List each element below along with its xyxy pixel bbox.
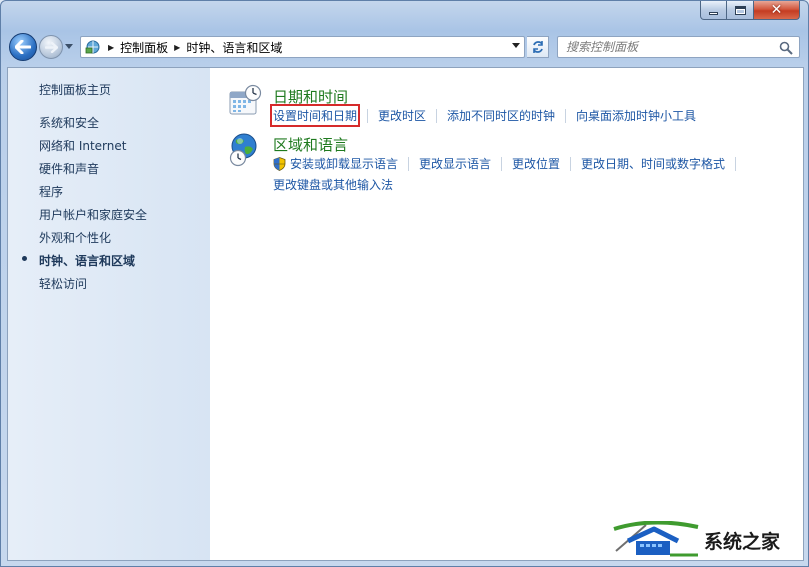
sidebar-item-system-security[interactable]: 系统和安全 bbox=[39, 114, 99, 131]
content-area: 控制面板主页 系统和安全 网络和 Internet 硬件和声音 程序 用户帐户和… bbox=[7, 67, 804, 561]
recent-pages-dropdown[interactable] bbox=[65, 44, 76, 50]
uac-shield-icon bbox=[273, 156, 286, 171]
date-time-tasks: 设置时间和日期 更改时区 添加不同时区的时钟 向桌面添加时钟小工具 bbox=[269, 104, 696, 127]
sidebar-item-programs[interactable]: 程序 bbox=[39, 183, 63, 200]
control-panel-window: ✕ ▶ 控制面板 ▶ 时钟、语言和区域 搜索控制面板 控制面板主页 系统和安全 … bbox=[0, 0, 809, 567]
task-change-keyboard-input[interactable]: 更改键盘或其他输入法 bbox=[273, 176, 393, 193]
search-icon[interactable] bbox=[779, 41, 793, 55]
navigation-bar: ▶ 控制面板 ▶ 时钟、语言和区域 bbox=[9, 33, 800, 61]
caption-buttons: ✕ bbox=[700, 1, 800, 20]
sidebar-item-hardware-sound[interactable]: 硬件和声音 bbox=[39, 160, 99, 177]
task-separator bbox=[735, 156, 737, 171]
sidebar-item-clock-language-region[interactable]: 时钟、语言和区域 bbox=[39, 252, 135, 269]
back-button[interactable] bbox=[9, 33, 37, 61]
task-install-display-language[interactable]: 安装或卸载显示语言 bbox=[290, 155, 398, 172]
task-add-clock-gadget[interactable]: 向桌面添加时钟小工具 bbox=[576, 107, 696, 124]
main-panel: 日期和时间 设置时间和日期 更改时区 添加不同时区的时钟 向桌面添加时钟小工具 … bbox=[210, 68, 803, 560]
close-icon: ✕ bbox=[770, 2, 783, 18]
sidebar-item-ease-of-access[interactable]: 轻松访问 bbox=[39, 275, 87, 292]
forward-arrow-icon bbox=[44, 41, 58, 53]
category-title-region-language[interactable]: 区域和语言 bbox=[273, 134, 348, 155]
back-arrow-icon bbox=[15, 40, 31, 54]
task-separator bbox=[367, 108, 369, 123]
refresh-button[interactable] bbox=[527, 36, 549, 58]
close-button[interactable]: ✕ bbox=[754, 1, 800, 20]
site-watermark: 系统之家 bbox=[612, 520, 802, 560]
category-title-date-time[interactable]: 日期和时间 bbox=[273, 86, 348, 107]
breadcrumb-control-panel[interactable]: 控制面板 bbox=[120, 39, 168, 56]
sidebar-item-appearance[interactable]: 外观和个性化 bbox=[39, 229, 111, 246]
search-box[interactable] bbox=[557, 36, 800, 58]
minimize-icon bbox=[709, 12, 718, 15]
watermark-logo bbox=[613, 521, 699, 557]
refresh-icon bbox=[532, 41, 543, 53]
task-set-time-date[interactable]: 设置时间和日期 bbox=[269, 104, 361, 127]
address-bar[interactable]: ▶ 控制面板 ▶ 时钟、语言和区域 bbox=[80, 36, 525, 58]
task-separator bbox=[501, 156, 503, 171]
calendar-clock-icon[interactable] bbox=[228, 84, 262, 118]
breadcrumb-separator-icon[interactable]: ▶ bbox=[108, 43, 114, 52]
task-change-display-language[interactable]: 更改显示语言 bbox=[419, 155, 491, 172]
breadcrumb-separator-icon[interactable]: ▶ bbox=[174, 43, 180, 52]
task-add-clocks[interactable]: 添加不同时区的时钟 bbox=[447, 107, 555, 124]
task-separator bbox=[408, 156, 410, 171]
search-input[interactable] bbox=[566, 40, 746, 54]
sidebar: 控制面板主页 系统和安全 网络和 Internet 硬件和声音 程序 用户帐户和… bbox=[8, 68, 210, 560]
breadcrumb-clock-language-region[interactable]: 时钟、语言和区域 bbox=[186, 39, 282, 56]
task-change-time-zone[interactable]: 更改时区 bbox=[378, 107, 426, 124]
maximize-icon bbox=[734, 5, 746, 15]
current-item-bullet bbox=[22, 256, 27, 261]
forward-button[interactable] bbox=[39, 35, 63, 59]
task-change-location[interactable]: 更改位置 bbox=[512, 155, 560, 172]
minimize-button[interactable] bbox=[700, 1, 727, 20]
sidebar-item-user-accounts[interactable]: 用户帐户和家庭安全 bbox=[39, 206, 147, 223]
control-panel-icon bbox=[84, 39, 102, 55]
globe-clock-icon[interactable] bbox=[228, 132, 264, 168]
task-change-date-time-number-format[interactable]: 更改日期、时间或数字格式 bbox=[581, 155, 725, 172]
chevron-down-icon bbox=[65, 44, 73, 49]
region-language-tasks-row-2: 更改键盘或其他输入法 bbox=[273, 176, 393, 193]
maximize-button[interactable] bbox=[727, 1, 754, 20]
region-language-tasks-row-1: 安装或卸载显示语言 更改显示语言 更改位置 更改日期、时间或数字格式 bbox=[273, 155, 746, 172]
sidebar-home-link[interactable]: 控制面板主页 bbox=[39, 81, 111, 98]
task-separator bbox=[436, 108, 438, 123]
task-separator bbox=[570, 156, 572, 171]
address-history-dropdown[interactable] bbox=[512, 42, 520, 51]
watermark-text: 系统之家 bbox=[704, 530, 781, 553]
sidebar-item-network-internet[interactable]: 网络和 Internet bbox=[39, 137, 126, 154]
chevron-down-icon bbox=[512, 43, 520, 48]
task-separator bbox=[565, 108, 567, 123]
